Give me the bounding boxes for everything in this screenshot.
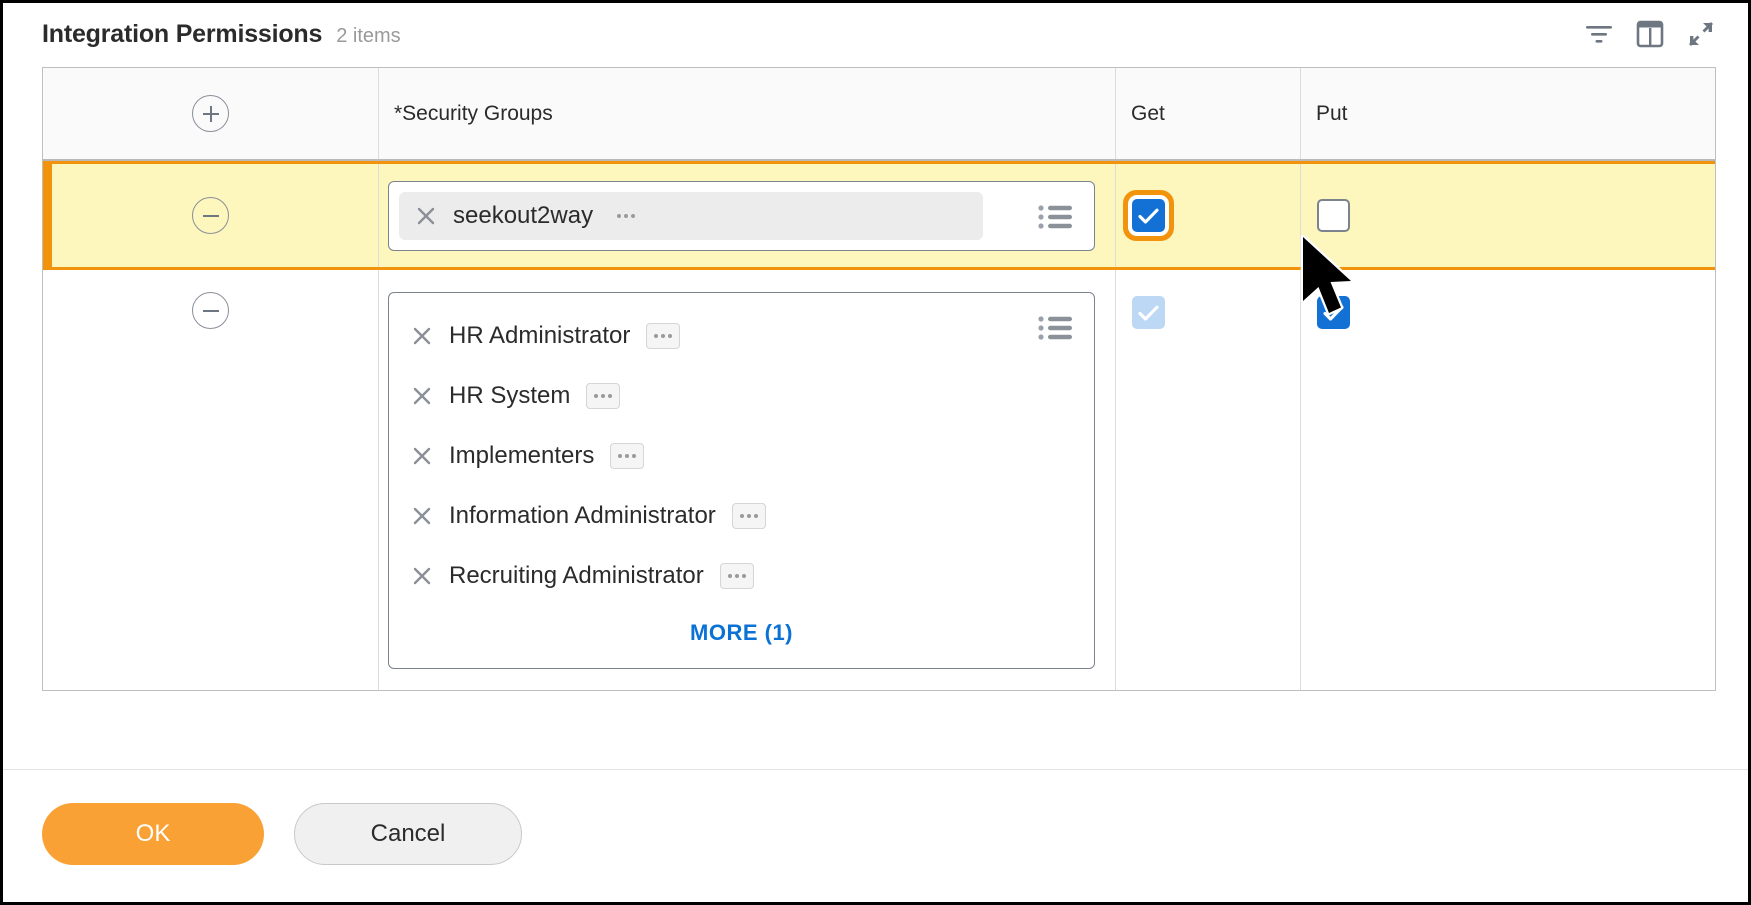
- item-count: 2 items: [336, 24, 401, 47]
- column-header-label-put: Put: [1316, 101, 1348, 125]
- close-icon[interactable]: [411, 505, 433, 527]
- remove-row-button[interactable]: [192, 197, 229, 234]
- expand-icon[interactable]: [1686, 19, 1716, 49]
- selected-group-label: seekout2way: [453, 201, 594, 229]
- list-item[interactable]: Implementers: [389, 426, 1094, 486]
- related-actions-icon[interactable]: [609, 203, 643, 229]
- row-selection-accent: [43, 164, 52, 267]
- grid-header-row: *Security Groups Get Put: [43, 68, 1715, 161]
- close-icon[interactable]: [411, 325, 433, 347]
- dialog-footer: OK Cancel: [42, 803, 522, 865]
- row-handle-cell: [43, 270, 379, 690]
- list-item-label: Implementers: [449, 442, 595, 469]
- related-actions-icon[interactable]: [610, 443, 645, 469]
- table-view-icon[interactable]: [1635, 19, 1665, 49]
- put-checkbox[interactable]: [1317, 296, 1350, 329]
- footer-divider: [3, 769, 1748, 770]
- security-groups-multiselect[interactable]: seekout2way: [388, 180, 1095, 251]
- security-groups-multiselect[interactable]: HR Administrator HR System Implementers …: [388, 292, 1095, 669]
- column-header-label-get: Get: [1131, 101, 1165, 125]
- row-security-groups-cell: seekout2way: [379, 164, 1116, 267]
- list-item-label: Information Administrator: [449, 502, 716, 529]
- row-get-cell: [1116, 270, 1301, 690]
- row-put-cell: [1301, 164, 1715, 267]
- ok-button[interactable]: OK: [42, 803, 264, 865]
- list-item-label: HR Administrator: [449, 322, 631, 349]
- column-header-label-groups: *Security Groups: [394, 101, 553, 125]
- list-item[interactable]: HR Administrator: [389, 306, 1094, 366]
- related-actions-icon[interactable]: [646, 323, 681, 349]
- list-item-label: HR System: [449, 382, 571, 409]
- header-toolbar: [1584, 19, 1716, 49]
- close-icon[interactable]: [411, 565, 433, 587]
- integration-permissions-dialog: Integration Permissions 2 items *Securit…: [0, 0, 1751, 905]
- list-item[interactable]: HR System: [389, 366, 1094, 426]
- close-icon[interactable]: [411, 385, 433, 407]
- more-link[interactable]: MORE (1): [389, 620, 1094, 646]
- panel-header-titles: Integration Permissions 2 items: [42, 20, 401, 49]
- get-checkbox[interactable]: [1132, 199, 1165, 232]
- prompt-list-icon[interactable]: [1038, 315, 1072, 346]
- related-actions-icon[interactable]: [731, 503, 766, 529]
- filter-icon[interactable]: [1584, 19, 1614, 49]
- list-item-label: Recruiting Administrator: [449, 562, 704, 589]
- row-put-cell: [1301, 270, 1715, 690]
- grid-header-security-groups[interactable]: *Security Groups: [379, 68, 1116, 159]
- permissions-grid: *Security Groups Get Put seekout2way HR …: [42, 67, 1716, 691]
- row-handle-cell: [43, 164, 379, 267]
- prompt-list-icon[interactable]: [1038, 204, 1072, 235]
- table-row[interactable]: HR Administrator HR System Implementers …: [43, 270, 1715, 690]
- remove-row-button[interactable]: [192, 292, 229, 329]
- row-get-cell: [1116, 164, 1301, 267]
- page-title: Integration Permissions: [42, 19, 323, 48]
- related-actions-icon[interactable]: [719, 563, 754, 589]
- close-icon[interactable]: [411, 445, 433, 467]
- list-item[interactable]: Recruiting Administrator: [389, 546, 1094, 606]
- selected-group-pill[interactable]: seekout2way: [399, 191, 983, 240]
- close-icon[interactable]: [415, 205, 437, 227]
- related-actions-icon[interactable]: [586, 383, 621, 409]
- add-row-button[interactable]: [192, 95, 229, 132]
- grid-header-handle-cell: [43, 68, 379, 159]
- row-security-groups-cell: HR Administrator HR System Implementers …: [379, 270, 1116, 690]
- put-checkbox[interactable]: [1317, 199, 1350, 232]
- grid-header-get[interactable]: Get: [1116, 68, 1301, 159]
- cancel-button[interactable]: Cancel: [294, 803, 522, 865]
- get-checkbox: [1132, 296, 1165, 329]
- table-row[interactable]: seekout2way: [43, 161, 1715, 270]
- list-item[interactable]: Information Administrator: [389, 486, 1094, 546]
- panel-header: Integration Permissions 2 items: [3, 3, 1748, 65]
- grid-header-put[interactable]: Put: [1301, 68, 1715, 159]
